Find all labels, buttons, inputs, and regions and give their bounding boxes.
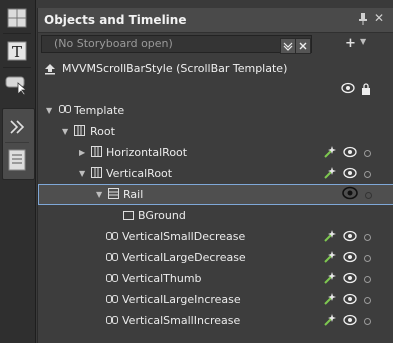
eye-icon[interactable]	[341, 82, 355, 97]
tree-item-label: VerticalLargeIncrease	[122, 293, 241, 306]
repeat-button-icon	[106, 294, 118, 307]
wand-icon[interactable]	[324, 314, 336, 329]
thumb-icon	[106, 273, 118, 286]
rectangle-icon	[123, 210, 134, 223]
wand-icon[interactable]	[324, 146, 336, 161]
lock-toggle[interactable]	[365, 192, 372, 199]
lock-toggle[interactable]	[364, 171, 371, 178]
tree-item-verticalroot[interactable]: ▼ VerticalRoot	[38, 163, 393, 184]
tree-item-label: Template	[74, 104, 125, 117]
tree-item-label: VerticalLargeDecrease	[122, 251, 246, 264]
tree-item-verticallargeincrease[interactable]: VerticalLargeIncrease	[38, 289, 393, 310]
expand-icon[interactable]	[4, 114, 30, 140]
text-tool-icon[interactable]: T	[4, 38, 30, 64]
tree-item-verticallargedecrease[interactable]: VerticalLargeDecrease	[38, 247, 393, 268]
tree-item-template[interactable]: ▼ Template	[38, 100, 393, 121]
close-storyboard-icon[interactable]	[295, 38, 311, 54]
storyboard-bar: (No Storyboard open) + ▼	[38, 33, 393, 55]
tree-item-horizontalroot[interactable]: ▶ HorizontalRoot	[38, 142, 393, 163]
scope-up-icon[interactable]	[44, 63, 56, 78]
grid-layout-icon[interactable]	[4, 5, 30, 31]
wand-icon[interactable]	[324, 230, 336, 245]
wand-icon[interactable]	[324, 251, 336, 266]
eye-icon[interactable]	[343, 146, 357, 161]
lock-toggle[interactable]	[364, 234, 371, 241]
lock-toggle[interactable]	[364, 255, 371, 262]
panel-header: Objects and Timeline ✕	[38, 8, 393, 33]
expander-icon[interactable]: ▼	[96, 190, 102, 199]
lock-toggle[interactable]	[364, 150, 371, 157]
close-icon[interactable]: ✕	[374, 11, 384, 25]
lock-toggle[interactable]	[364, 276, 371, 283]
tree-item-label: BGround	[138, 209, 186, 222]
expander-icon[interactable]: ▼	[79, 169, 85, 178]
grid-icon	[108, 188, 119, 202]
wand-icon[interactable]	[324, 272, 336, 287]
tree-item-label: Rail	[123, 188, 144, 201]
tools-panel: T	[0, 0, 36, 343]
repeat-button-icon	[106, 315, 118, 328]
wand-icon[interactable]	[324, 167, 336, 182]
storyboard-dropdown-icon[interactable]	[280, 38, 296, 54]
tree-item-label: VerticalThumb	[122, 272, 202, 285]
visibility-header	[38, 80, 393, 98]
eye-icon[interactable]	[343, 230, 357, 245]
objects-timeline-panel: Objects and Timeline ✕ (No Storyboard op…	[37, 8, 393, 343]
scope-label: MVVMScrollBarStyle (ScrollBar Template)	[62, 62, 288, 75]
svg-text:T: T	[12, 43, 22, 61]
eye-icon[interactable]	[343, 272, 357, 287]
eye-icon[interactable]	[343, 167, 357, 182]
toolbar-divider	[3, 67, 31, 68]
eye-icon[interactable]	[342, 186, 358, 203]
tree-item-label: Root	[90, 125, 115, 138]
panel-title: Objects and Timeline	[44, 13, 187, 27]
tree-item-label: HorizontalRoot	[106, 146, 188, 159]
toolbar-divider	[3, 33, 31, 34]
expander-icon[interactable]: ▼	[62, 127, 68, 136]
tree-item-bground[interactable]: BGround	[38, 205, 393, 226]
template-icon	[59, 104, 71, 117]
wand-icon[interactable]	[324, 293, 336, 308]
storyboard-picker[interactable]: (No Storyboard open)	[41, 35, 312, 54]
eye-icon[interactable]	[343, 314, 357, 329]
storyboard-placeholder: (No Storyboard open)	[54, 37, 173, 50]
chevron-down-icon[interactable]: ▼	[360, 37, 366, 46]
lock-icon[interactable]	[361, 83, 371, 98]
eye-icon[interactable]	[343, 293, 357, 308]
pointer-tool-icon[interactable]	[4, 72, 30, 98]
grid-icon	[74, 125, 85, 139]
eye-icon[interactable]	[343, 251, 357, 266]
chevron-right-icon[interactable]: ▶	[79, 148, 85, 157]
tree-item-label: VerticalRoot	[106, 167, 173, 180]
tree-item-rail[interactable]: ▼ Rail	[38, 184, 393, 205]
expander-icon[interactable]: ▼	[46, 106, 52, 115]
grid-icon	[91, 146, 102, 160]
toolbar-divider	[5, 142, 29, 143]
lock-toggle[interactable]	[364, 318, 371, 325]
scope-header: MVVMScrollBarStyle (ScrollBar Template)	[38, 60, 393, 78]
tree-item-verticalsmalldecrease[interactable]: VerticalSmallDecrease	[38, 226, 393, 247]
tree-item-verticalthumb[interactable]: VerticalThumb	[38, 268, 393, 289]
tree-item-label: VerticalSmallDecrease	[122, 230, 246, 243]
add-storyboard-button[interactable]: +	[345, 36, 356, 51]
assets-icon[interactable]	[4, 147, 30, 173]
grid-icon	[91, 167, 102, 181]
tree-item-verticalsmallincrease[interactable]: VerticalSmallIncrease	[38, 310, 393, 331]
tree-item-label: VerticalSmallIncrease	[122, 314, 241, 327]
tree-item-root[interactable]: ▼ Root	[38, 121, 393, 142]
repeat-button-icon	[106, 231, 118, 244]
pin-icon[interactable]	[358, 13, 368, 28]
lock-toggle[interactable]	[364, 297, 371, 304]
repeat-button-icon	[106, 252, 118, 265]
